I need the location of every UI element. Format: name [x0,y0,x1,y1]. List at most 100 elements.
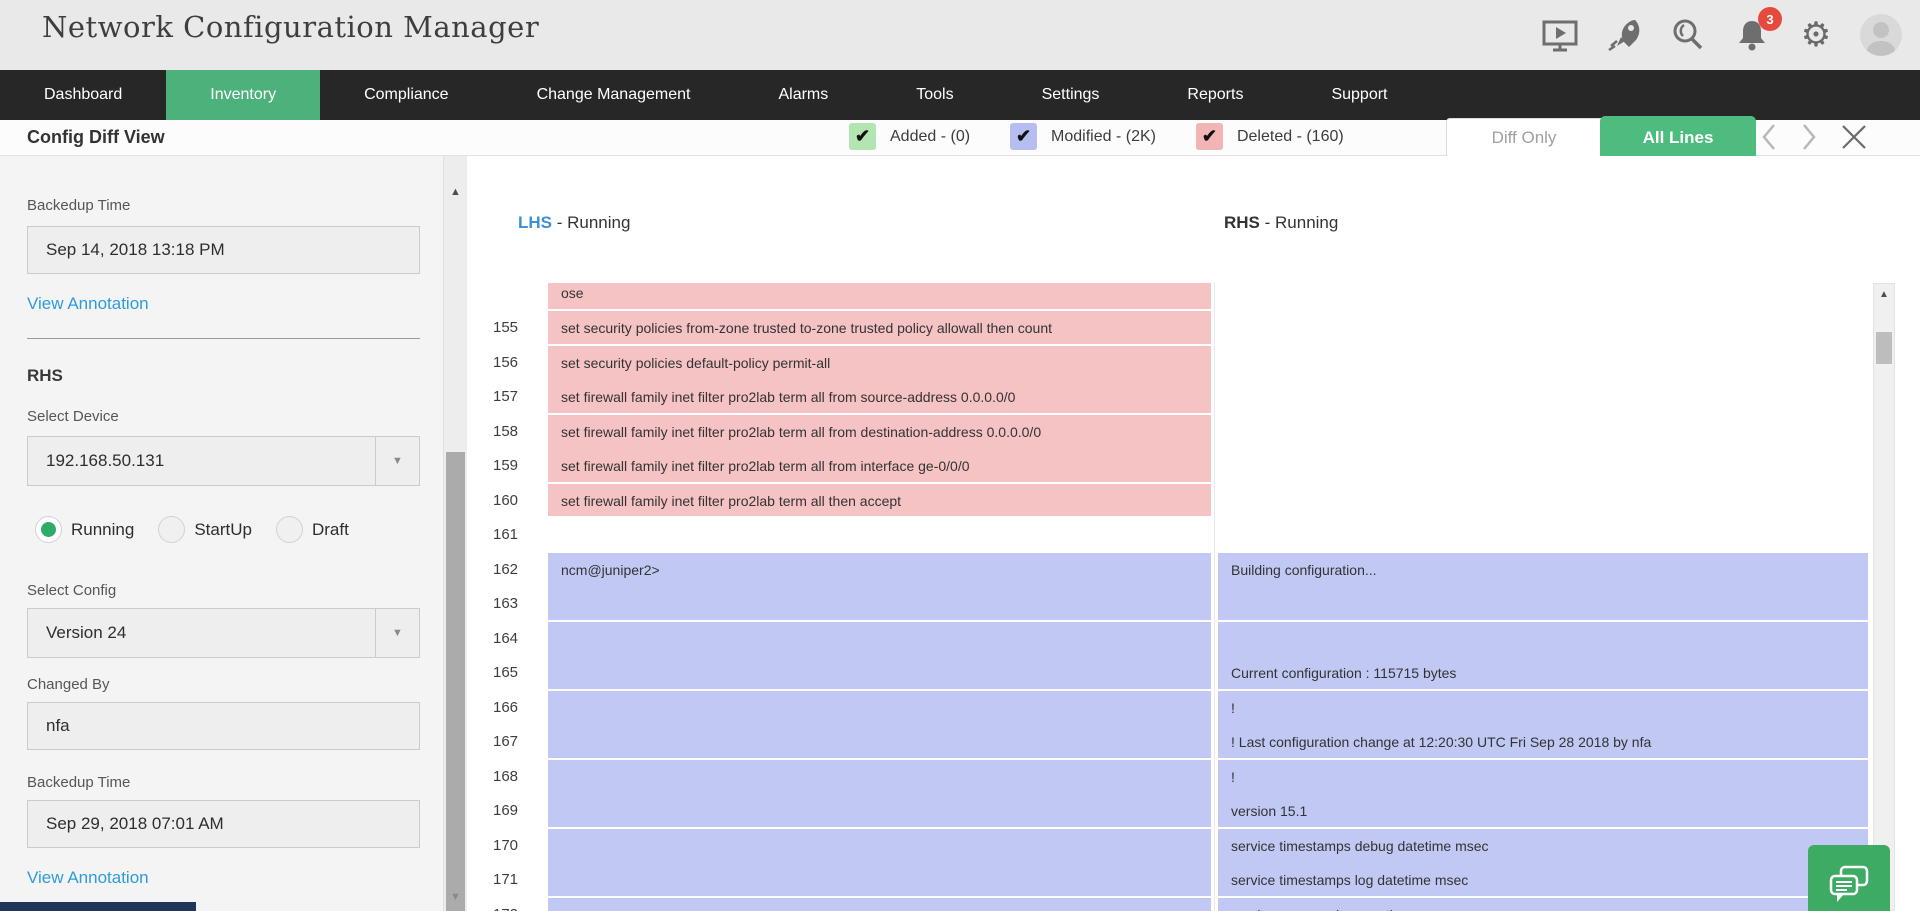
nav-tab-reports[interactable]: Reports [1143,70,1287,120]
nav-tab-inventory[interactable]: Inventory [166,70,320,120]
changed-by-field[interactable]: nfa [27,702,420,750]
diff-lhs-cell[interactable] [548,898,1211,911]
diff-rhs-cell[interactable] [1218,449,1868,484]
filter-red-checkbox[interactable]: ✔ [1196,123,1223,150]
diff-lhs-cell[interactable] [548,622,1211,657]
diff-column-divider [1211,587,1218,622]
diff-rhs-cell[interactable]: version 15.1 [1218,794,1868,829]
nav-tab-alarms[interactable]: Alarms [734,70,872,120]
diff-rhs-cell[interactable] [1218,415,1868,450]
radio-startup[interactable]: StartUp [158,516,252,543]
diff-lhs-cell[interactable] [548,656,1211,691]
filter-green-checkbox[interactable]: ✔ [849,123,876,150]
diff-lhs-cell[interactable] [548,760,1211,795]
scroll-down-icon[interactable]: ▼ [444,891,467,903]
close-icon[interactable] [1840,123,1868,151]
presentation-icon[interactable] [1540,15,1580,55]
diff-lhs-cell[interactable] [548,725,1211,760]
diff-line-number: 165 [467,656,548,691]
rocket-icon[interactable] [1604,15,1644,55]
diff-lhs-cell[interactable]: set security policies default-policy per… [548,346,1211,381]
sidebar-scrollbar-thumb[interactable] [446,452,465,911]
radio-circle-running[interactable] [35,516,62,543]
radio-circle-startup[interactable] [158,516,185,543]
diff-lhs-cell[interactable] [548,829,1211,864]
lhs-view-annotation-link[interactable]: View Annotation [27,294,149,314]
diff-column-divider [1211,725,1218,760]
diff-lhs-cell[interactable] [548,587,1211,622]
chevron-down-icon[interactable]: ▼ [375,437,419,485]
search-icon[interactable] [1668,15,1708,55]
diff-column-divider [1211,794,1218,829]
chevron-right-icon[interactable] [1800,122,1818,152]
diff-rhs-cell[interactable]: service timestamps debug datetime msec [1218,829,1868,864]
diff-row-166: 166! [467,691,1920,726]
nav-tab-settings[interactable]: Settings [998,70,1144,120]
radio-running[interactable]: Running [35,516,134,543]
diff-lhs-cell[interactable] [548,691,1211,726]
diff-rhs-cell[interactable] [1218,346,1868,381]
all-lines-button[interactable]: All Lines [1600,116,1756,160]
diff-lhs-cell[interactable] [548,794,1211,829]
rhs-backedup-time-field[interactable]: Sep 29, 2018 07:01 AM [27,800,420,848]
diff-rhs-cell[interactable] [1218,283,1868,311]
diff-lhs-cell[interactable]: ose [548,283,1211,311]
diff-scrollbar-thumb[interactable] [1876,332,1892,364]
diff-scrollbar[interactable]: ▲ [1873,283,1895,911]
diff-only-button[interactable]: Diff Only [1446,118,1602,158]
nav-tab-dashboard[interactable]: Dashboard [0,70,166,120]
diff-line-number: 155 [467,311,548,346]
diff-rhs-cell[interactable] [1218,518,1868,553]
diff-rhs-cell[interactable] [1218,311,1868,346]
filter-red: ✔Deleted - (160) [1196,123,1344,150]
scroll-up-icon[interactable]: ▲ [444,186,467,198]
chevron-down-icon[interactable]: ▼ [375,609,419,657]
radio-draft[interactable]: Draft [276,516,349,543]
diff-rhs-cell[interactable] [1218,587,1868,622]
diff-lhs-cell[interactable] [548,863,1211,898]
diff-rhs-cell[interactable]: ! [1218,691,1868,726]
diff-lhs-cell[interactable]: set security policies from-zone trusted … [548,311,1211,346]
diff-rhs-cell[interactable]: Current configuration : 115715 bytes [1218,656,1868,691]
diff-lhs-cell[interactable]: set firewall family inet filter pro2lab … [548,484,1211,519]
diff-lhs-cell[interactable]: set firewall family inet filter pro2lab … [548,449,1211,484]
config-select[interactable]: Version 24 ▼ [27,608,420,658]
lhs-backedup-time-field[interactable]: Sep 14, 2018 13:18 PM [27,226,420,274]
diff-row-169: 169version 15.1 [467,794,1920,829]
diff-lhs-cell[interactable] [548,518,1211,553]
diff-row-168: 168! [467,760,1920,795]
radio-circle-draft[interactable] [276,516,303,543]
diff-line-number: 159 [467,449,548,484]
nav-tab-tools[interactable]: Tools [872,70,997,120]
nav-tab-support[interactable]: Support [1287,70,1431,120]
scroll-up-icon[interactable]: ▲ [1874,289,1894,300]
diff-line-number: 162 [467,553,548,588]
rhs-view-annotation-link[interactable]: View Annotation [27,868,149,888]
diff-lhs-cell[interactable]: set firewall family inet filter pro2lab … [548,415,1211,450]
diff-lhs-cell[interactable]: ncm@juniper2> [548,553,1211,588]
chevron-left-icon[interactable] [1760,122,1778,152]
diff-rhs-cell[interactable] [1218,622,1868,657]
avatar[interactable] [1860,14,1902,56]
lhs-label[interactable]: LHS [518,213,552,232]
diff-rhs-cell[interactable]: service password-encryption [1218,898,1868,911]
header-icons: 3 ⚙ [1540,0,1902,70]
diff-column-divider [1211,553,1218,588]
radio-label-startup: StartUp [194,520,252,540]
diff-rhs-cell[interactable]: service timestamps log datetime msec [1218,863,1868,898]
sidebar-scrollbar[interactable]: ▲ ▼ [443,156,467,911]
bell-icon[interactable]: 3 [1732,15,1772,55]
gear-icon[interactable]: ⚙ [1796,15,1836,55]
device-select[interactable]: 192.168.50.131 ▼ [27,436,420,486]
nav-tab-change-management[interactable]: Change Management [493,70,735,120]
diff-rhs-cell[interactable]: Building configuration... [1218,553,1868,588]
filter-blue-checkbox[interactable]: ✔ [1010,123,1037,150]
diff-lhs-cell[interactable]: set firewall family inet filter pro2lab … [548,380,1211,415]
chat-button[interactable] [1808,845,1890,911]
diff-rhs-cell[interactable]: ! [1218,760,1868,795]
diff-rhs-cell[interactable] [1218,380,1868,415]
diff-rhs-cell[interactable]: ! Last configuration change at 12:20:30 … [1218,725,1868,760]
diff-line-number: 161 [467,518,548,553]
nav-tab-compliance[interactable]: Compliance [320,70,492,120]
diff-rhs-cell[interactable] [1218,484,1868,519]
